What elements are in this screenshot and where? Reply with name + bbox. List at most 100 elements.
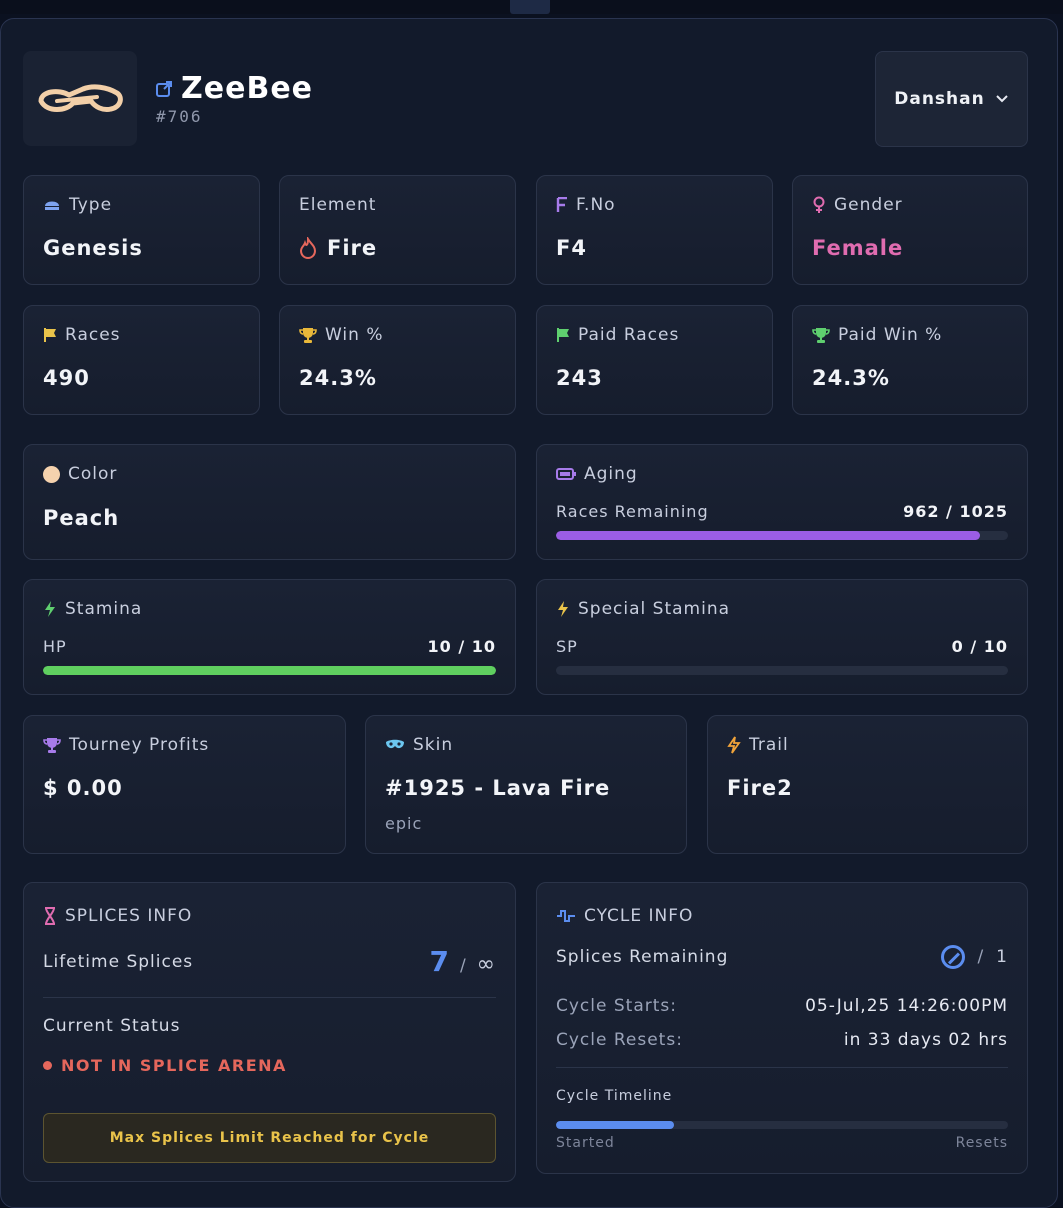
cycle-info-card: CYCLE INFO Splices Remaining 0 / 1 Cycle… xyxy=(536,882,1028,1174)
stamina-label: Stamina xyxy=(65,599,143,619)
hp-value: 10 / 10 xyxy=(427,637,496,656)
gender-value: Female xyxy=(812,236,904,260)
races-remaining-value: 962 / 1025 xyxy=(903,502,1008,521)
current-status-label: Current Status xyxy=(43,1016,181,1036)
zero-circle-icon: 0 xyxy=(941,945,966,969)
bolt-icon xyxy=(45,601,55,617)
special-stamina-card: Special Stamina SP 0 / 10 xyxy=(536,579,1028,695)
skin-value: #1925 - Lava Fire xyxy=(385,776,611,800)
splices-divider xyxy=(43,997,496,998)
gender-card: Gender Female xyxy=(792,175,1028,285)
sp-progress-bar xyxy=(556,666,1008,675)
trail-value: Fire2 xyxy=(727,776,793,800)
external-link-icon[interactable] xyxy=(155,80,173,98)
splices-info-card: SPLICES INFO Lifetime Splices 7 / ∞ Curr… xyxy=(23,882,516,1182)
skin-rarity: epic xyxy=(385,814,423,833)
sp-label: SP xyxy=(556,637,578,656)
cycle-timeline-bar xyxy=(556,1121,1008,1129)
color-label: Color xyxy=(68,464,118,484)
hourglass-icon xyxy=(45,907,55,925)
cycle-resets-label: Cycle Resets: xyxy=(556,1030,683,1050)
tourney-value: $ 0.00 xyxy=(43,776,123,800)
lifetime-splices-sep: / xyxy=(459,956,467,976)
female-icon xyxy=(813,196,825,213)
cycle-starts-label: Cycle Starts: xyxy=(556,996,677,1016)
hp-progress-fill xyxy=(43,666,496,675)
splices-remaining-max: 1 xyxy=(996,947,1008,967)
cycle-timeline-label: Cycle Timeline xyxy=(556,1088,673,1104)
splices-remaining-label: Splices Remaining xyxy=(556,947,729,967)
flag-icon xyxy=(44,328,56,342)
aging-progress-fill xyxy=(556,531,981,540)
hp-progress-bar xyxy=(43,666,496,675)
purple-trophy-icon xyxy=(43,738,61,753)
element-card: Element Fire xyxy=(279,175,516,285)
trophy-icon xyxy=(299,328,317,343)
type-label: Type xyxy=(69,195,113,215)
fno-card: F.No F4 xyxy=(536,175,773,285)
color-card: Color Peach xyxy=(23,444,516,560)
lifetime-splices-label: Lifetime Splices xyxy=(43,951,194,972)
avatar xyxy=(23,51,137,146)
racer-name: ZeeBee xyxy=(155,71,313,106)
races-remaining-label: Races Remaining xyxy=(556,502,709,521)
stamina-card: Stamina HP 10 / 10 xyxy=(23,579,516,695)
type-icon xyxy=(45,201,59,210)
lifetime-splices-value-group: 7 / ∞ xyxy=(429,945,496,978)
racer-name-text: ZeeBee xyxy=(181,71,314,106)
type-card: Type Genesis xyxy=(23,175,260,285)
aging-card: Aging Races Remaining 962 / 1025 xyxy=(536,444,1028,560)
cycle-starts-value: 05-Jul,25 14:26:00PM xyxy=(805,996,1008,1016)
mask-icon xyxy=(386,739,404,749)
splices-remaining-group: 0 / 1 xyxy=(941,945,1008,969)
status-dot-icon xyxy=(43,1061,52,1070)
type-value: Genesis xyxy=(43,236,143,260)
green-trophy-icon xyxy=(812,328,830,343)
paid-races-card: Paid Races 243 xyxy=(536,305,773,415)
status-text: NOT IN SPLICE ARENA xyxy=(61,1056,287,1075)
gender-label: Gender xyxy=(834,195,903,215)
green-flag-icon xyxy=(557,328,569,342)
peach-swatch-icon xyxy=(43,465,60,483)
yellow-bolt-icon xyxy=(558,601,568,617)
fno-value: F4 xyxy=(556,236,587,260)
tourney-card: Tourney Profits $ 0.00 xyxy=(23,715,346,854)
win-value: 24.3% xyxy=(299,366,377,390)
racer-details-panel: ZeeBee #706 Danshan Type Genesis Element… xyxy=(0,18,1058,1208)
tourney-label: Tourney Profits xyxy=(69,735,210,755)
hp-label: HP xyxy=(43,637,67,656)
top-strip xyxy=(0,0,1063,14)
sp-value: 0 / 10 xyxy=(951,637,1008,656)
paid-win-label: Paid Win % xyxy=(838,325,943,345)
account-name: Danshan xyxy=(894,89,985,109)
win-card: Win % 24.3% xyxy=(279,305,516,415)
cycle-title: CYCLE INFO xyxy=(584,906,694,926)
status-badge: NOT IN SPLICE ARENA xyxy=(43,1056,287,1075)
cycle-timeline-fill xyxy=(556,1121,674,1129)
top-tab-nub xyxy=(510,0,550,14)
f-letter-icon xyxy=(556,197,567,212)
skin-label: Skin xyxy=(413,735,454,755)
account-dropdown[interactable]: Danshan xyxy=(875,51,1028,147)
chevron-down-icon xyxy=(996,95,1008,103)
cycle-resets-value: in 33 days 02 hrs xyxy=(843,1030,1008,1050)
lifetime-splices-value: 7 xyxy=(429,945,450,978)
trail-label: Trail xyxy=(749,735,789,755)
element-value: Fire xyxy=(327,236,378,260)
element-label: Element xyxy=(299,195,377,215)
trail-card: Trail Fire2 xyxy=(707,715,1028,854)
flame-icon xyxy=(299,237,317,259)
cycle-divider xyxy=(556,1067,1008,1068)
max-splices-warning: Max Splices Limit Reached for Cycle xyxy=(43,1113,496,1163)
infinity-icon: ∞ xyxy=(476,952,496,977)
races-label: Races xyxy=(65,325,121,345)
splices-title: SPLICES INFO xyxy=(65,906,193,926)
paid-win-card: Paid Win % 24.3% xyxy=(792,305,1028,415)
paid-races-label: Paid Races xyxy=(578,325,680,345)
aging-progress-bar xyxy=(556,531,1008,540)
splices-remaining-sep: / xyxy=(977,947,985,967)
aging-label: Aging xyxy=(584,464,638,484)
pulse-icon xyxy=(557,910,575,922)
races-card: Races 490 xyxy=(23,305,260,415)
paid-win-value: 24.3% xyxy=(812,366,890,390)
